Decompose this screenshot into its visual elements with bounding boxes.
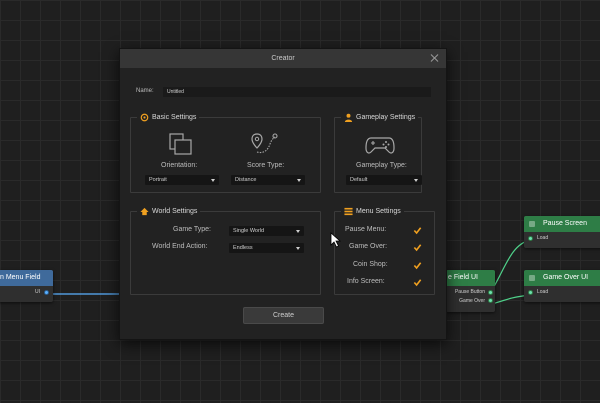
world-settings-title: World Settings: [152, 208, 198, 215]
score-type-label: Score Type:: [247, 162, 285, 169]
game-type-value: Single World: [233, 228, 265, 234]
chevron-down-icon: [414, 179, 418, 182]
group-title: Gameplay Settings: [341, 113, 419, 122]
game-over-port[interactable]: [488, 298, 493, 303]
port-label: Game Over: [459, 298, 485, 304]
main-menu-field-node[interactable]: n Menu Field UI: [0, 270, 53, 302]
info-screen-label: Info Screen:: [347, 278, 385, 285]
coin-shop-checkbox[interactable]: [413, 261, 422, 270]
create-button[interactable]: Create: [243, 307, 324, 324]
chevron-down-icon: [296, 230, 300, 233]
orientation-icon: [169, 133, 192, 155]
load-port[interactable]: [528, 289, 533, 295]
port-label: Load: [537, 289, 549, 295]
node-port-row: Game Over: [446, 296, 495, 306]
gear-icon: [140, 113, 149, 122]
output-port[interactable]: [44, 289, 49, 295]
node-header: Game Over UI: [524, 270, 600, 286]
coin-shop-label: Coin Shop:: [353, 261, 388, 268]
chevron-down-icon: [211, 179, 215, 182]
node-title: n Menu Field: [0, 274, 41, 281]
node-icon: [529, 221, 535, 227]
node-header: e Field UI: [446, 270, 495, 286]
basic-settings-group: Basic Settings Orientation: Portrait Sco…: [130, 113, 321, 193]
group-title: Menu Settings: [341, 207, 404, 216]
pause-menu-checkbox[interactable]: [413, 226, 422, 235]
node-header: Pause Screen: [524, 216, 600, 232]
gameplay-settings-title: Gameplay Settings: [356, 114, 416, 121]
node-port-row: Load: [524, 286, 600, 298]
node-title: e Field UI: [448, 274, 478, 281]
node-icon: [529, 275, 535, 281]
dialog-titlebar[interactable]: Creator: [120, 49, 446, 68]
orientation-dropdown[interactable]: Portrait: [145, 175, 219, 185]
orientation-value: Portrait: [149, 177, 167, 183]
gameplay-type-label: Gameplay Type:: [356, 162, 407, 169]
score-type-dropdown[interactable]: Distance: [231, 175, 305, 185]
pause-menu-label: Pause Menu:: [345, 226, 387, 233]
chevron-down-icon: [297, 179, 301, 182]
node-title: Pause Screen: [543, 220, 587, 227]
game-over-label: Game Over:: [349, 243, 388, 250]
home-icon: [140, 207, 149, 216]
user-icon: [344, 113, 353, 122]
node-title: Game Over UI: [543, 274, 589, 281]
group-title: World Settings: [137, 207, 201, 216]
node-port-row: Pause Button: [446, 286, 495, 296]
world-settings-group: World Settings Game Type: Single World W…: [130, 207, 321, 295]
game-over-checkbox[interactable]: [413, 243, 422, 252]
menu-settings-title: Menu Settings: [356, 208, 401, 215]
score-type-value: Distance: [235, 177, 257, 183]
mouse-cursor-icon: [330, 232, 342, 248]
game-over-ui-node[interactable]: Game Over UI Load: [524, 270, 600, 302]
node-header: n Menu Field: [0, 270, 53, 286]
info-screen-checkbox[interactable]: [413, 278, 422, 287]
name-input[interactable]: [163, 87, 431, 97]
game-type-label: Game Type:: [173, 226, 212, 233]
basic-settings-title: Basic Settings: [152, 114, 197, 121]
node-port-row: UI: [0, 286, 53, 298]
chevron-down-icon: [296, 247, 300, 250]
load-port[interactable]: [528, 235, 533, 241]
orientation-label: Orientation:: [161, 162, 198, 169]
port-label: UI: [35, 289, 40, 295]
gameplay-settings-group: Gameplay Settings Gameplay Type: Default: [334, 113, 422, 193]
world-end-action-label: World End Action:: [152, 243, 208, 250]
creator-dialog: Creator Name: Basic Settings Orientation…: [119, 48, 447, 340]
gamepad-icon: [365, 137, 395, 154]
gameplay-type-dropdown[interactable]: Default: [346, 175, 422, 185]
pause-button-port[interactable]: [488, 290, 493, 295]
port-label: Load: [537, 235, 549, 241]
gameplay-type-value: Default: [350, 177, 368, 183]
field-ui-node[interactable]: e Field UI Pause Button Game Over: [446, 270, 495, 312]
world-end-action-dropdown[interactable]: Endless: [229, 243, 304, 253]
name-label: Name:: [136, 88, 154, 94]
close-icon[interactable]: [430, 53, 440, 63]
dialog-title: Creator: [271, 55, 295, 62]
node-port-row: Load: [524, 232, 600, 244]
menu-settings-group: Menu Settings Pause Menu: Game Over: Coi…: [334, 207, 435, 295]
port-label: Pause Button: [454, 289, 485, 295]
group-title: Basic Settings: [137, 113, 200, 122]
route-icon: [251, 133, 278, 154]
pause-screen-node[interactable]: Pause Screen Load: [524, 216, 600, 248]
menu-icon: [344, 207, 353, 216]
game-type-dropdown[interactable]: Single World: [229, 226, 304, 236]
world-end-action-value: Endless: [233, 245, 253, 251]
